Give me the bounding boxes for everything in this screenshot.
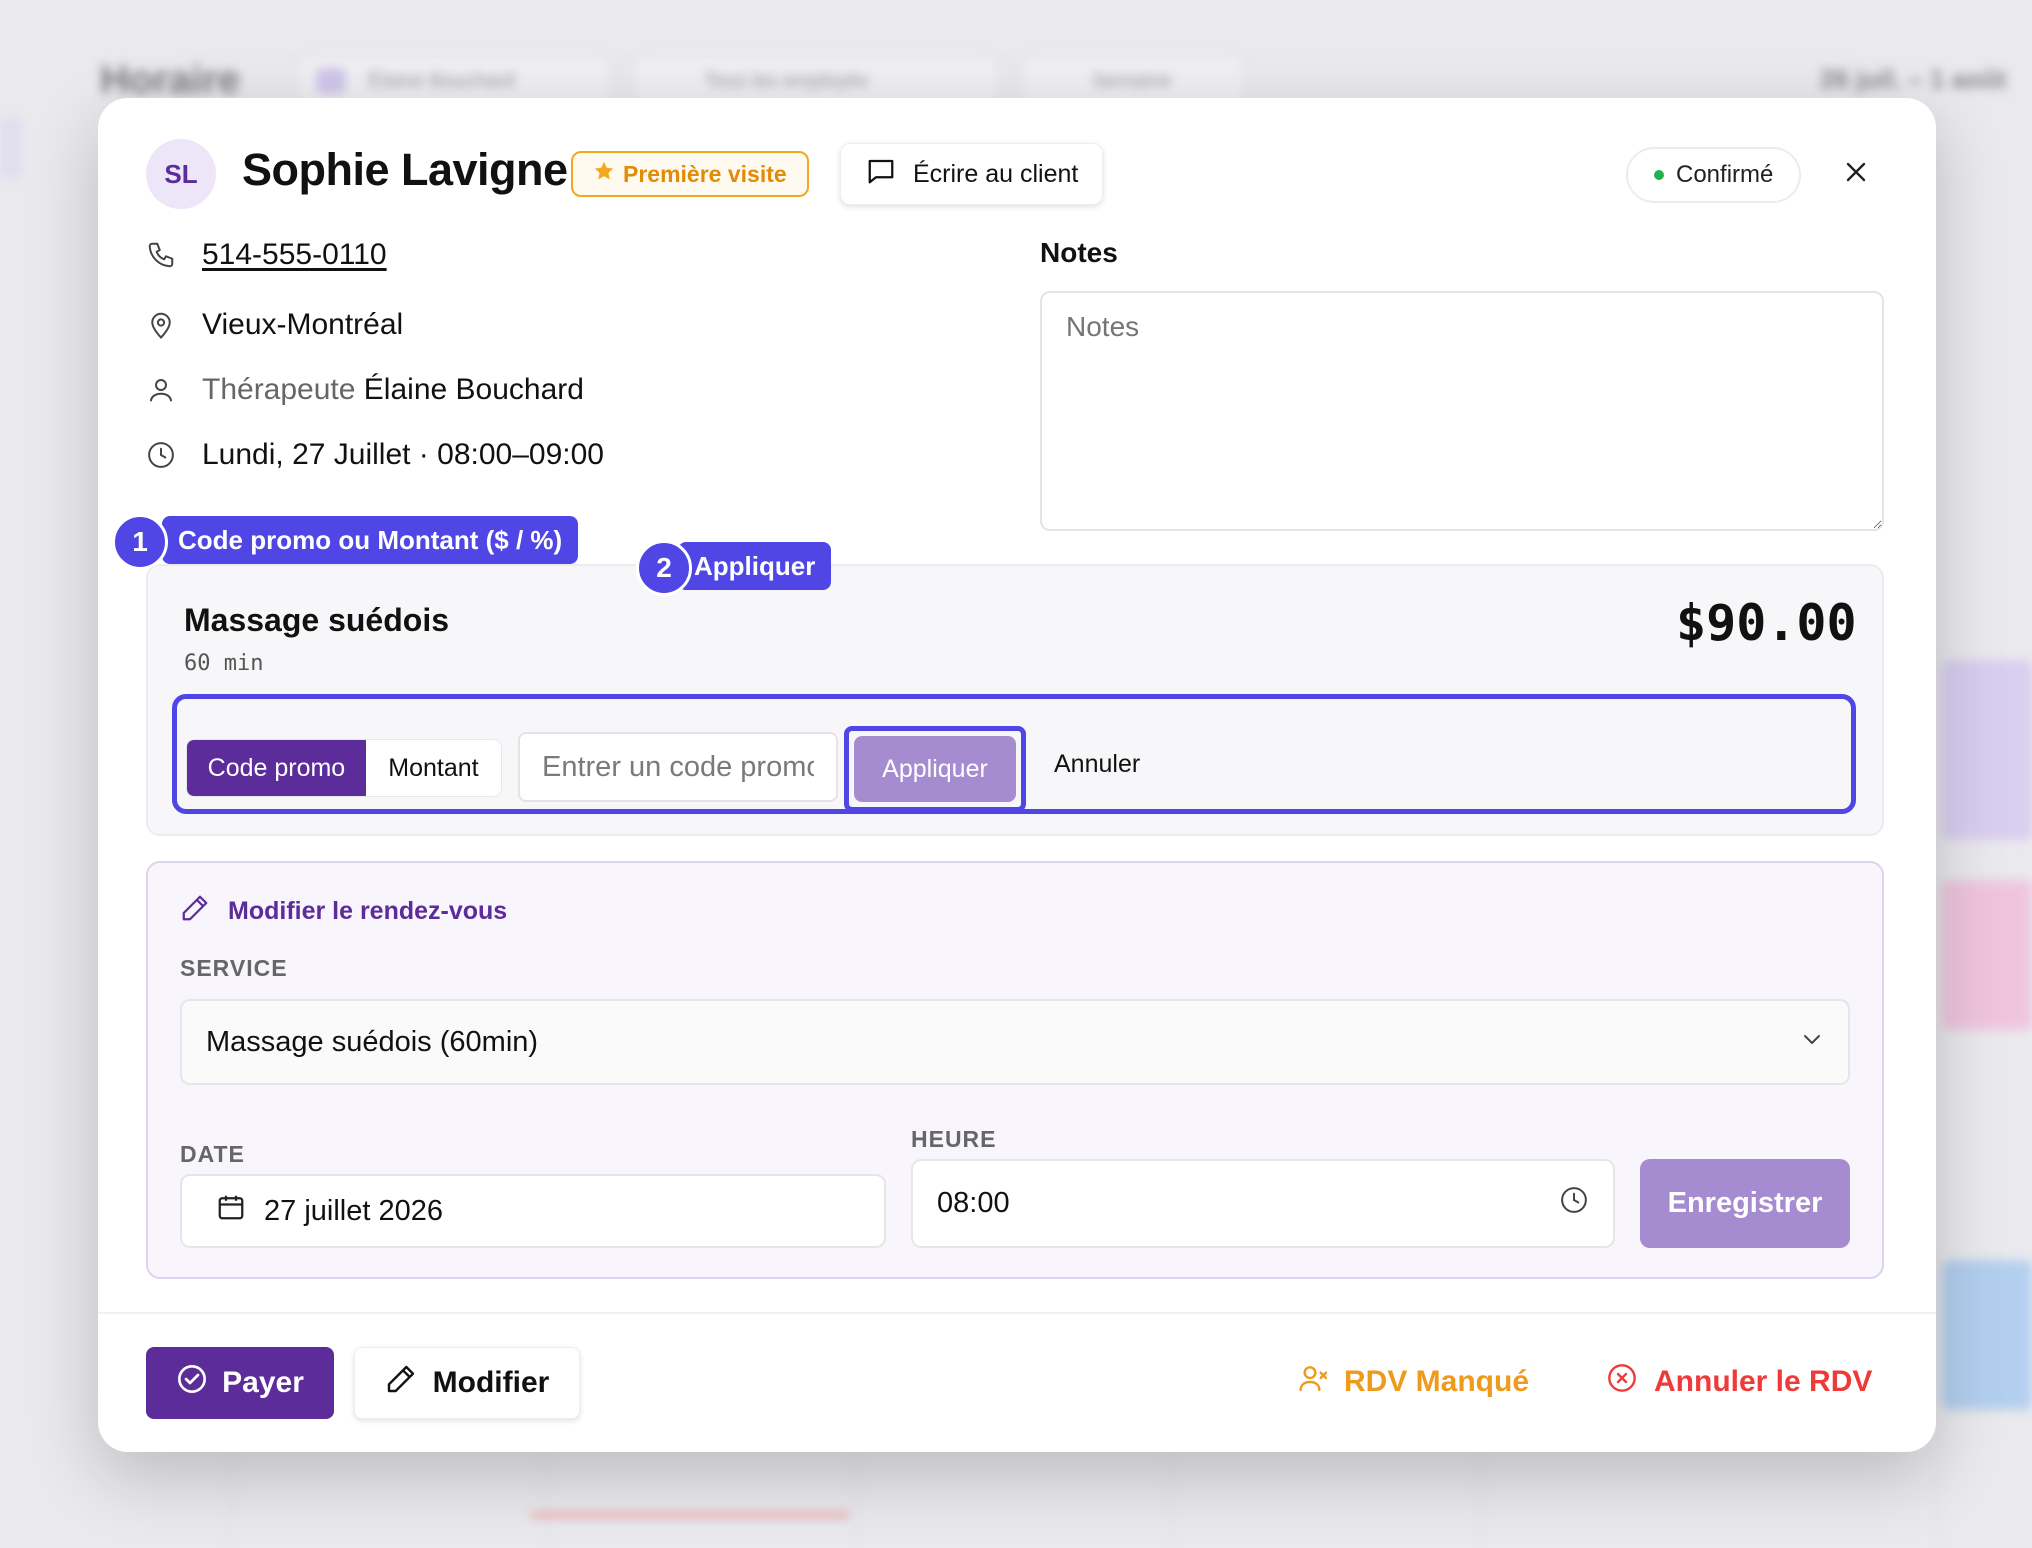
cancel-appointment-button[interactable]: Annuler le RDV: [1606, 1362, 1872, 1402]
first-visit-label: Première visite: [623, 160, 787, 187]
promo-mode-amount[interactable]: Montant: [366, 740, 501, 796]
close-icon: [1844, 160, 1868, 189]
missed-label: RDV Manqué: [1344, 1365, 1530, 1398]
calendar-icon: [216, 1192, 246, 1230]
promo-mode-code[interactable]: Code promo: [187, 740, 366, 796]
pencil-icon: [180, 893, 210, 930]
close-button[interactable]: [1838, 156, 1874, 192]
service-field-label: SERVICE: [180, 955, 288, 981]
time-value: 08:00: [937, 1187, 1010, 1219]
message-icon: [865, 156, 897, 193]
service-duration: 60 min: [184, 651, 264, 676]
chevron-down-icon: [1800, 1026, 1824, 1059]
annotation-2-label: Appliquer: [678, 542, 832, 590]
datetime-row: Lundi, 27 Juillet · 08:00–09:00: [146, 438, 604, 472]
service-select-value: Massage suédois (60min): [206, 1025, 539, 1058]
location-pin-icon: [146, 310, 176, 340]
apply-promo-button[interactable]: Appliquer: [854, 736, 1016, 802]
write-client-button[interactable]: Écrire au client: [840, 143, 1104, 205]
user-x-icon: [1298, 1362, 1330, 1402]
footer-divider: [98, 1312, 1936, 1314]
phone-link[interactable]: 514-555-0110: [202, 238, 387, 272]
pay-label: Payer: [222, 1366, 304, 1399]
client-name: Sophie Lavigne: [242, 144, 568, 195]
notes-textarea[interactable]: [1040, 291, 1884, 531]
check-circle-icon: [176, 1363, 208, 1403]
therapist-row: Thérapeute Élaine Bouchard: [146, 373, 584, 407]
missed-appointment-button[interactable]: RDV Manqué: [1298, 1362, 1529, 1402]
appointment-datetime: Lundi, 27 Juillet · 08:00–09:00: [202, 438, 604, 471]
annotation-2-number: 2: [636, 540, 692, 596]
first-visit-badge: Première visite: [571, 151, 809, 197]
star-icon: [593, 160, 615, 188]
notes-label: Notes: [1040, 237, 1118, 268]
x-circle-icon: [1606, 1362, 1638, 1402]
save-button[interactable]: Enregistrer: [1640, 1159, 1850, 1248]
phone-icon: [146, 240, 176, 270]
service-select[interactable]: Massage suédois (60min): [180, 999, 1850, 1085]
appointment-modal: SL Sophie Lavigne Première visite Écrire…: [98, 98, 1936, 1452]
therapist-name: Élaine Bouchard: [363, 373, 584, 406]
modify-button[interactable]: Modifier: [354, 1347, 580, 1419]
promo-code-input[interactable]: [518, 732, 838, 802]
modify-label: Modifier: [432, 1366, 550, 1399]
user-icon: [146, 375, 176, 405]
status-label: Confirmé: [1676, 161, 1774, 188]
status-badge[interactable]: Confirmé: [1626, 147, 1802, 203]
date-field-label: DATE: [180, 1141, 245, 1167]
promo-mode-toggle: Code promo Montant: [186, 739, 502, 797]
clock-icon: [146, 440, 176, 470]
phone-row: 514-555-0110: [146, 238, 387, 272]
cancel-promo-button[interactable]: Annuler: [1054, 750, 1140, 779]
status-dot: [1654, 170, 1664, 180]
location-row: Vieux-Montréal: [146, 308, 403, 342]
edit-appointment-heading: Modifier le rendez-vous: [180, 893, 507, 930]
service-title: Massage suédois: [184, 602, 449, 638]
date-picker[interactable]: 27 juillet 2026: [180, 1174, 886, 1248]
date-value: 27 juillet 2026: [264, 1194, 443, 1227]
cancel-appointment-label: Annuler le RDV: [1654, 1365, 1873, 1398]
time-picker[interactable]: 08:00: [911, 1159, 1615, 1248]
time-field-label: HEURE: [911, 1126, 997, 1152]
service-price: $90.00: [1676, 594, 1857, 652]
edit-heading-text: Modifier le rendez-vous: [228, 897, 508, 925]
annotation-1-number: 1: [112, 514, 168, 570]
annotation-1-label: Code promo ou Montant ($ / %): [162, 516, 579, 564]
pay-button[interactable]: Payer: [146, 1347, 334, 1419]
write-client-label: Écrire au client: [913, 159, 1079, 188]
clock-icon[interactable]: [1559, 1185, 1589, 1223]
location-text: Vieux-Montréal: [202, 308, 404, 341]
avatar: SL: [146, 139, 216, 209]
pencil-icon: [385, 1363, 417, 1403]
therapist-prefix: Thérapeute: [202, 373, 356, 406]
